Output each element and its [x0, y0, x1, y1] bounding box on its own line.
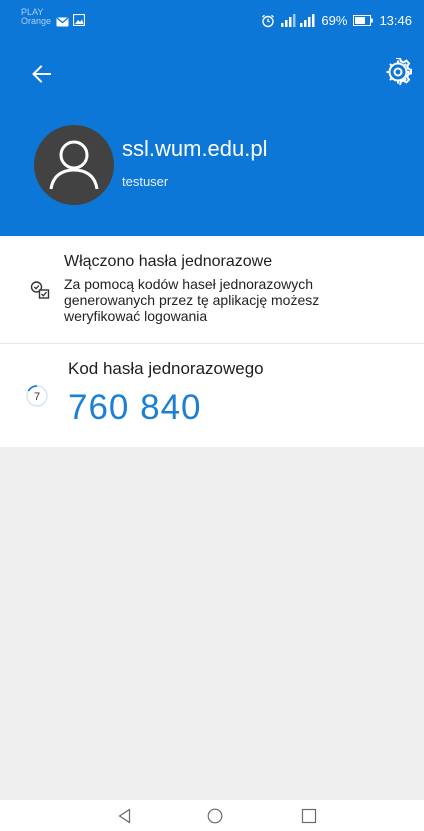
countdown-timer-icon: 7	[25, 384, 49, 413]
image-notification-icon	[72, 13, 86, 31]
status-bar: PLAY Orange 69% 13:46	[0, 0, 424, 44]
alarm-icon	[261, 14, 275, 28]
battery-percent: 69%	[321, 13, 348, 28]
account-username: testuser	[122, 174, 169, 189]
battery-icon	[353, 15, 374, 26]
otp-enabled-description: Za pomocą kodów haseł jednorazowych gene…	[64, 276, 320, 324]
nav-recents-icon[interactable]	[301, 808, 317, 829]
otp-card: Włączono hasła jednorazowe Za pomocą kod…	[0, 236, 424, 447]
avatar	[34, 125, 114, 205]
account-name: ssl.wum.edu.pl	[122, 136, 268, 161]
arrow-left-icon	[28, 65, 56, 92]
person-icon	[34, 140, 114, 205]
mail-icon	[56, 14, 69, 32]
app-header: PLAY Orange 69% 13:46 ssl.wum.edu.pl tes…	[0, 0, 424, 236]
divider	[0, 343, 424, 344]
system-navigation-bar	[0, 800, 424, 831]
checklist-icon	[30, 280, 50, 305]
timer-seconds: 7	[34, 391, 40, 403]
signal-icon	[281, 14, 315, 27]
otp-code-value[interactable]: 760 840	[68, 388, 202, 428]
status-indicators: 69% 13:46	[261, 13, 412, 28]
nav-home-icon[interactable]	[207, 808, 223, 829]
settings-button[interactable]	[384, 57, 412, 86]
carrier-label: PLAY Orange	[21, 8, 51, 26]
clock: 13:46	[379, 13, 412, 28]
otp-code-label: Kod hasła jednorazowego	[68, 359, 264, 378]
back-button[interactable]	[28, 60, 56, 88]
gear-icon	[384, 57, 412, 90]
nav-back-icon[interactable]	[117, 808, 133, 829]
carrier-line2: Orange	[21, 16, 52, 26]
otp-enabled-title: Włączono hasła jednorazowe	[64, 253, 273, 270]
